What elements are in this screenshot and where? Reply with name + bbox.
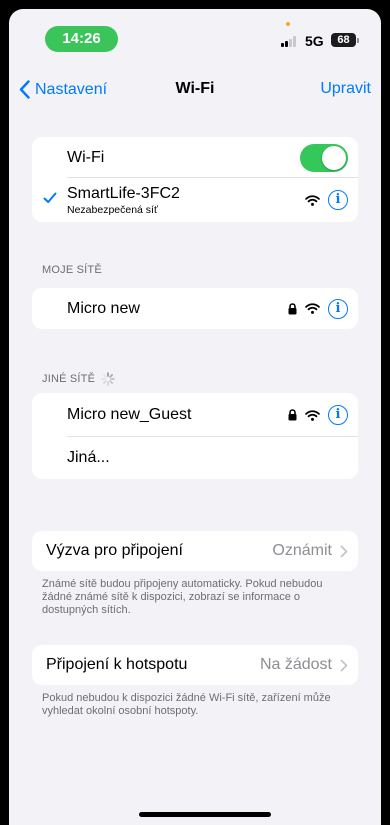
other-networks-group: Micro new_Guest i Jiná... bbox=[32, 393, 358, 479]
other-networks-header: JINÉ SÍTĚ bbox=[42, 372, 115, 386]
connected-network-name: SmartLife-3FC2 bbox=[67, 184, 180, 202]
network-name: Micro new_Guest bbox=[67, 406, 192, 423]
privacy-indicator-dot bbox=[286, 22, 290, 26]
phone-screen: 14:26 5G 68 Nastavení Wi-Fi Upravit Wi-F… bbox=[9, 9, 381, 825]
spinner-icon bbox=[101, 372, 115, 386]
wifi-toggle-switch[interactable] bbox=[300, 143, 348, 172]
home-indicator[interactable] bbox=[139, 812, 271, 817]
other-network-label: Jiná... bbox=[67, 449, 110, 466]
battery-cap bbox=[357, 38, 359, 43]
checkmark-icon bbox=[43, 192, 57, 203]
wifi-icon bbox=[305, 303, 320, 314]
edit-button[interactable]: Upravit bbox=[320, 80, 371, 98]
navigation-bar: Nastavení Wi-Fi Upravit bbox=[9, 67, 381, 111]
chevron-right-icon bbox=[340, 545, 348, 557]
ask-to-join-value: Oznámit bbox=[272, 542, 332, 559]
network-name: Micro new bbox=[67, 299, 140, 317]
ask-to-join-group: Výzva pro připojení Oznámit bbox=[32, 531, 358, 571]
network-type: 5G bbox=[305, 33, 324, 49]
connected-network-security: Nezabezpečená síť bbox=[67, 203, 158, 216]
lock-icon bbox=[288, 409, 297, 421]
wifi-toggle-label: Wi-Fi bbox=[67, 148, 105, 166]
wifi-icon bbox=[305, 409, 320, 421]
info-icon[interactable]: i bbox=[328, 190, 348, 210]
hotspot-row[interactable]: Připojení k hotspotu Na žádost bbox=[32, 645, 358, 685]
ask-to-join-label: Výzva pro připojení bbox=[46, 542, 183, 559]
status-time[interactable]: 14:26 bbox=[45, 26, 118, 52]
my-networks-header: MOJE SÍTĚ bbox=[42, 264, 102, 276]
hotspot-label: Připojení k hotspotu bbox=[46, 656, 188, 673]
other-network-button[interactable]: Jiná... bbox=[32, 437, 358, 479]
chevron-right-icon bbox=[340, 659, 348, 671]
battery-icon: 68 bbox=[331, 33, 356, 47]
hotspot-value: Na žádost bbox=[259, 656, 332, 673]
ask-to-join-row[interactable]: Výzva pro připojení Oznámit bbox=[32, 531, 358, 571]
wifi-icon bbox=[305, 194, 320, 206]
wifi-toggle-row: Wi-Fi bbox=[32, 137, 358, 178]
ask-to-join-footer: Známé sítě budou připojeny automaticky. … bbox=[42, 578, 323, 616]
connected-network-row[interactable]: SmartLife-3FC2 Nezabezpečená síť i bbox=[32, 178, 358, 222]
network-row[interactable]: Micro new i bbox=[32, 288, 358, 329]
info-icon[interactable]: i bbox=[328, 405, 348, 425]
status-bar: 14:26 5G 68 bbox=[9, 9, 381, 67]
info-icon[interactable]: i bbox=[328, 298, 348, 319]
lock-icon bbox=[288, 302, 297, 314]
other-networks-header-label: JINÉ SÍTĚ bbox=[42, 373, 96, 385]
network-row[interactable]: Micro new_Guest i bbox=[32, 393, 358, 437]
my-networks-group: Micro new i bbox=[32, 288, 358, 329]
hotspot-footer: Pokud nebudou k dispozici žádné Wi-Fi sí… bbox=[42, 692, 331, 717]
hotspot-group: Připojení k hotspotu Na žádost bbox=[32, 645, 358, 685]
wifi-group: Wi-Fi SmartLife-3FC2 Nezabezpečená síť i bbox=[32, 137, 358, 222]
cellular-signal-icon bbox=[281, 36, 301, 47]
